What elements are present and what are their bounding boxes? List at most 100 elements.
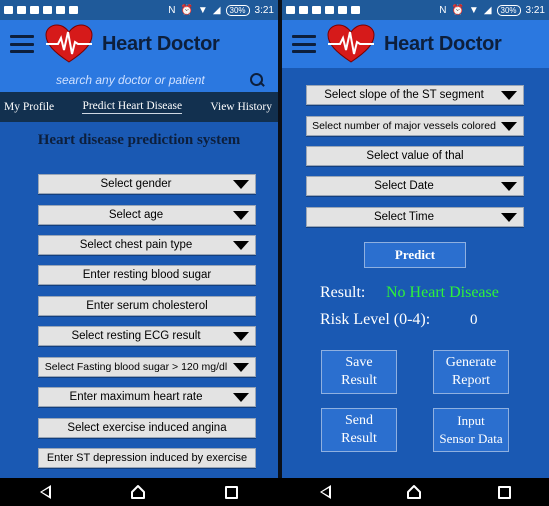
home-icon[interactable]: [130, 484, 146, 500]
chest-pain-label: Select chest pain type: [79, 239, 193, 251]
date-label: Select Date: [374, 180, 434, 192]
chevron-down-icon: [233, 392, 249, 402]
clock: 3:21: [525, 4, 545, 16]
back-icon[interactable]: [319, 485, 331, 499]
nfc-icon: N: [168, 4, 176, 16]
right-screen: N ⏰ ▼ ◢ 30% 3:21 Heart Doctor Select slo…: [282, 0, 549, 478]
notification-icons: [4, 6, 78, 14]
thal-button[interactable]: Select value of thal: [306, 146, 524, 166]
message-icon: [4, 6, 13, 14]
serum-cholesterol-button[interactable]: Enter serum cholesterol: [38, 296, 256, 316]
navigation-bar: [0, 478, 278, 506]
alarm-icon: ⏰: [451, 4, 464, 16]
battery-indicator: 30%: [496, 4, 521, 16]
thal-label: Select value of thal: [366, 150, 464, 162]
wifi-icon: ▼: [468, 4, 479, 16]
app-bar: Heart Doctor: [282, 20, 549, 68]
st-slope-label: Select slope of the ST segment: [324, 89, 484, 101]
predict-button[interactable]: Predict: [364, 242, 466, 268]
recent-apps-icon[interactable]: [498, 485, 512, 499]
home-icon[interactable]: [406, 484, 422, 500]
app-icon: [17, 6, 26, 14]
st-depression-button[interactable]: Enter ST depression induced by exercise: [38, 448, 256, 468]
wifi-icon: ▼: [197, 4, 208, 16]
chevron-down-icon: [233, 179, 249, 189]
result-value: No Heart Disease: [386, 284, 499, 301]
max-heart-rate-dropdown[interactable]: Enter maximum heart rate: [38, 387, 256, 407]
tab-view-history[interactable]: View History: [210, 101, 272, 113]
tab-my-profile[interactable]: My Profile: [4, 101, 54, 113]
chevron-down-icon: [501, 90, 517, 100]
max-heart-rate-label: Enter maximum heart rate: [69, 391, 203, 403]
date-dropdown[interactable]: Select Date: [306, 176, 524, 196]
exercise-angina-button[interactable]: Select exercise induced angina: [38, 418, 256, 438]
resting-blood-sugar-button[interactable]: Enter resting blood sugar: [38, 265, 256, 285]
st-depression-label: Enter ST depression induced by exercise: [46, 452, 248, 464]
chevron-down-icon: [233, 362, 249, 372]
clock: 3:21: [254, 4, 274, 16]
app-title: Heart Doctor: [102, 32, 220, 55]
status-bar: N ⏰ ▼ ◢ 30% 3:21: [0, 0, 278, 20]
exercise-angina-label: Select exercise induced angina: [67, 422, 227, 434]
app-icon: [299, 6, 308, 14]
fasting-blood-sugar-dropdown[interactable]: Select Fasting blood sugar > 120 mg/dl: [38, 357, 256, 377]
image-icon: [43, 6, 52, 14]
app-title: Heart Doctor: [384, 32, 502, 55]
usb-icon: [56, 6, 65, 14]
nfc-icon: N: [439, 4, 447, 16]
age-dropdown[interactable]: Select age: [38, 205, 256, 225]
save-result-button[interactable]: Save Result: [321, 350, 397, 394]
search-input[interactable]: [56, 73, 250, 87]
chevron-down-icon: [233, 210, 249, 220]
input-sensor-data-button[interactable]: Input Sensor Data: [433, 408, 509, 452]
left-screen: N ⏰ ▼ ◢ 30% 3:21 Heart Doctor My Profile…: [0, 0, 278, 478]
system-icons: N ⏰ ▼ ◢ 30% 3:21: [439, 4, 545, 16]
send-result-button[interactable]: Send Result: [321, 408, 397, 452]
chevron-down-icon: [501, 121, 517, 131]
chevron-down-icon: [233, 240, 249, 250]
chest-pain-dropdown[interactable]: Select chest pain type: [38, 235, 256, 255]
gender-label: Select gender: [100, 178, 172, 190]
major-vessels-label: Select number of major vessels colored: [312, 120, 496, 132]
resting-ecg-label: Select resting ECG result: [71, 330, 201, 342]
heart-logo-icon: [327, 24, 375, 63]
alarm-icon: ⏰: [180, 4, 193, 16]
result-label: Result:: [320, 284, 366, 301]
heart-logo-icon: [45, 24, 93, 63]
chevron-down-icon: [501, 212, 517, 222]
usb-icon: [338, 6, 347, 14]
time-label: Select Time: [373, 211, 435, 223]
screenshot-icon: [351, 6, 360, 14]
gender-dropdown[interactable]: Select gender: [38, 174, 256, 194]
resting-blood-sugar-label: Enter resting blood sugar: [82, 269, 212, 281]
major-vessels-dropdown[interactable]: Select number of major vessels colored: [306, 116, 524, 136]
signal-icon: ◢: [212, 4, 221, 16]
age-label: Select age: [108, 209, 164, 221]
risk-level-value: 0: [470, 312, 478, 328]
resting-ecg-dropdown[interactable]: Select resting ECG result: [38, 326, 256, 346]
screenshot-icon: [69, 6, 78, 14]
recent-apps-icon[interactable]: [225, 485, 239, 499]
fasting-blood-sugar-label: Select Fasting blood sugar > 120 mg/dl: [44, 361, 228, 373]
search-icon[interactable]: [250, 73, 264, 87]
image-icon: [30, 6, 39, 14]
tab-bar: My Profile Predict Heart Disease View Hi…: [0, 92, 278, 122]
risk-level-label: Risk Level (0-4):: [320, 311, 431, 328]
app-bar: Heart Doctor: [0, 20, 278, 68]
menu-icon[interactable]: [10, 35, 34, 53]
generate-report-button[interactable]: Generate Report: [433, 350, 509, 394]
time-dropdown[interactable]: Select Time: [306, 207, 524, 227]
back-icon[interactable]: [39, 485, 51, 499]
navigation-bar: [282, 478, 549, 506]
system-icons: N ⏰ ▼ ◢ 30% 3:21: [168, 4, 274, 16]
form-heading: Heart disease prediction system: [37, 132, 241, 148]
chevron-down-icon: [501, 181, 517, 191]
menu-icon[interactable]: [292, 35, 316, 53]
image-icon: [312, 6, 321, 14]
signal-icon: ◢: [483, 4, 492, 16]
message-icon: [286, 6, 295, 14]
st-slope-dropdown[interactable]: Select slope of the ST segment: [306, 85, 524, 105]
image-icon: [325, 6, 334, 14]
notification-icons: [286, 6, 360, 14]
tab-predict-heart-disease[interactable]: Predict Heart Disease: [82, 100, 183, 114]
